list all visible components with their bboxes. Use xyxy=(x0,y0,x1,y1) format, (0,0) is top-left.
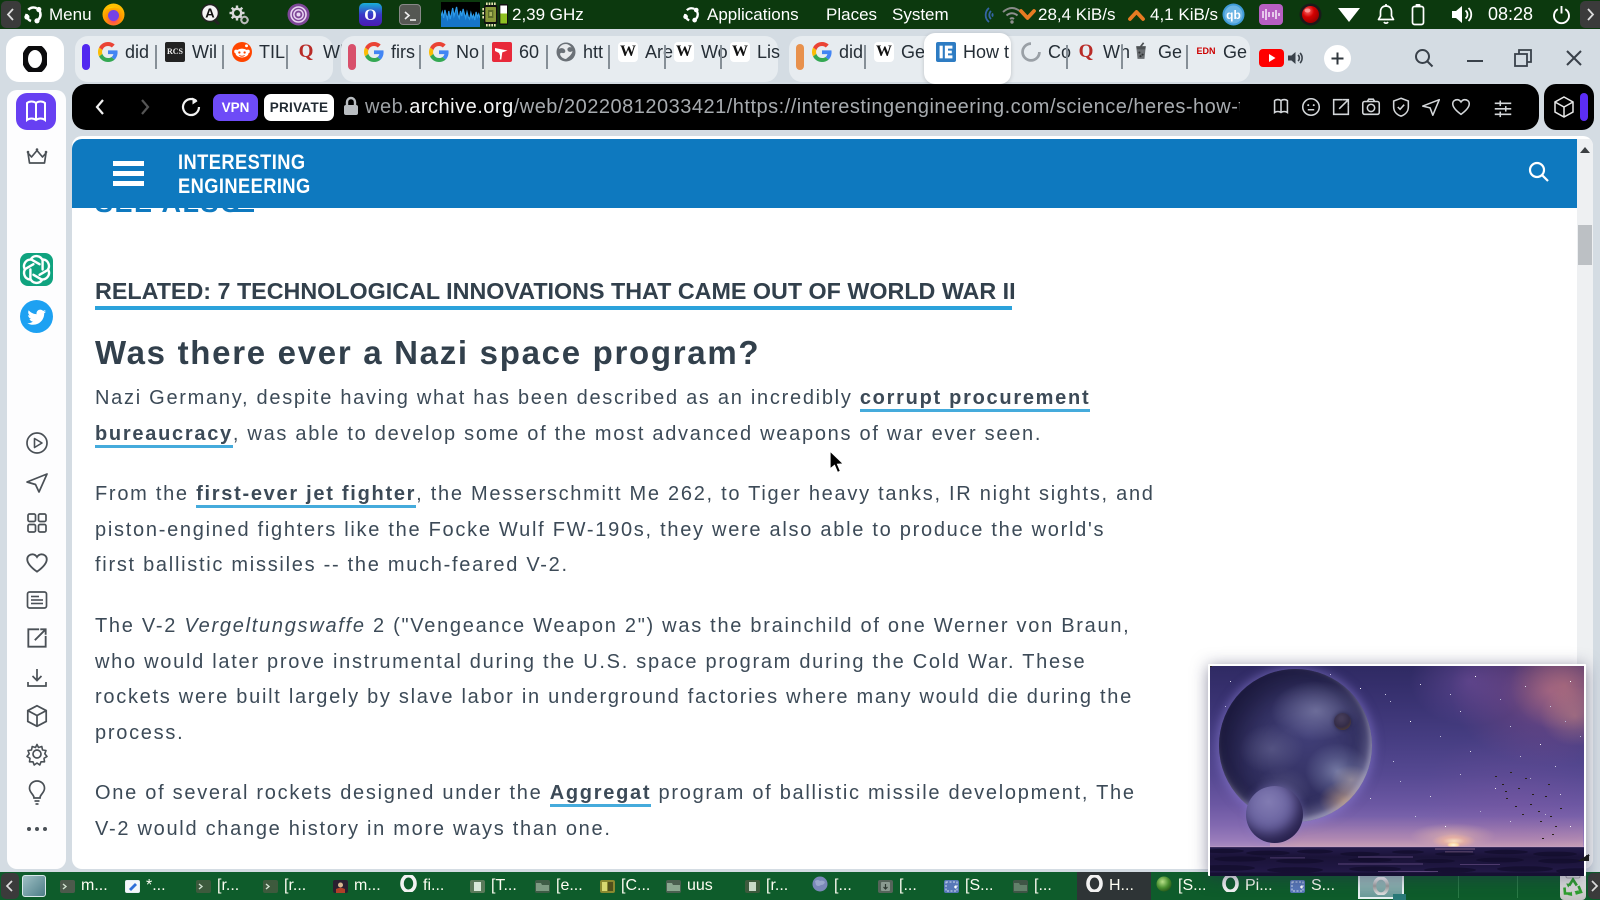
svg-text:O: O xyxy=(364,7,376,24)
svg-text:A: A xyxy=(205,6,215,21)
svg-text:qb: qb xyxy=(1226,8,1241,22)
